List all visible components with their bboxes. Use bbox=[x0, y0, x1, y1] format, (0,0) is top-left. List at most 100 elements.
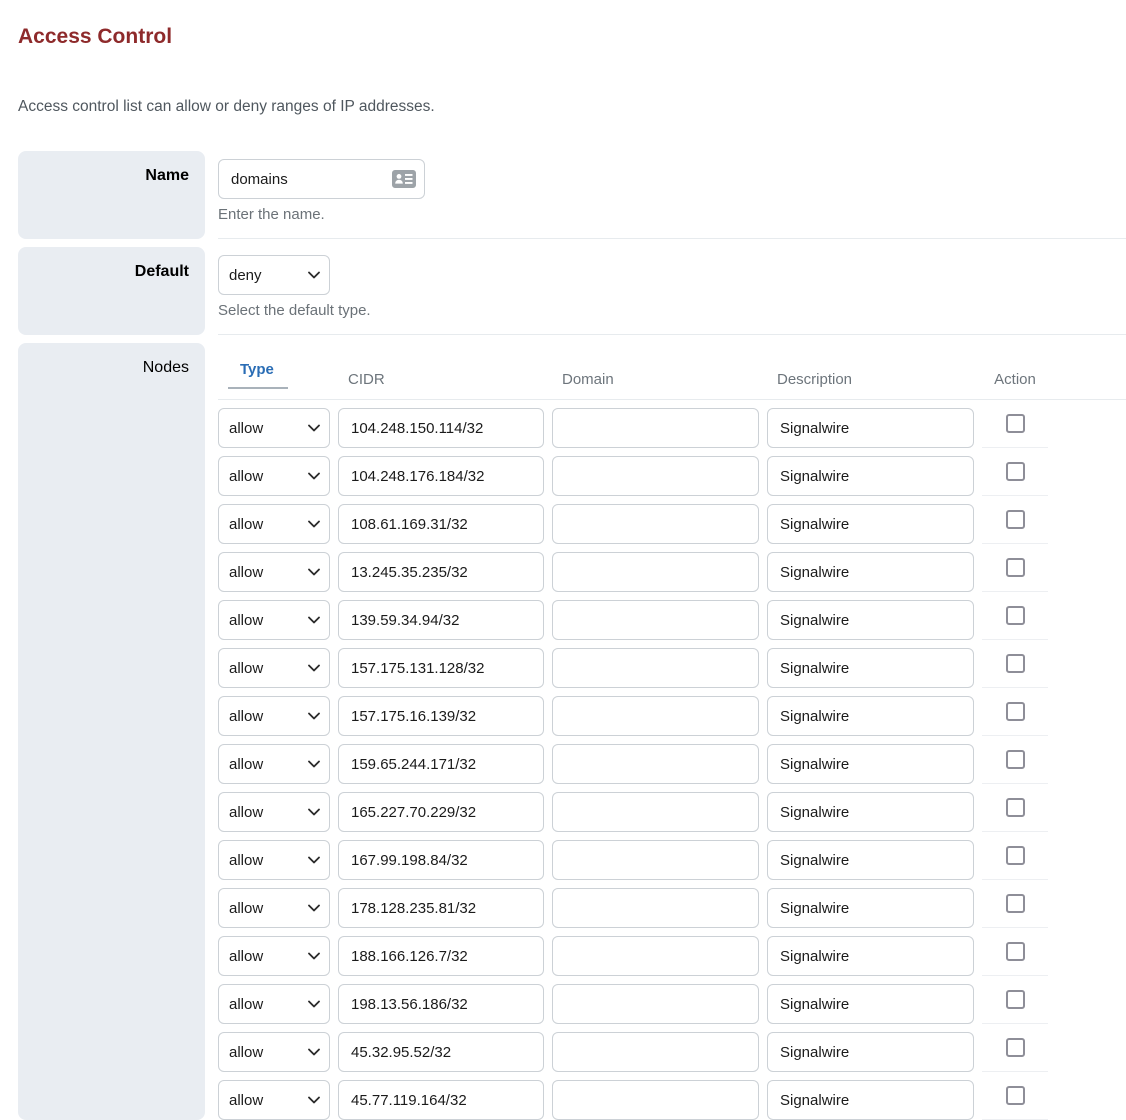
description-input[interactable] bbox=[767, 792, 974, 832]
cidr-input[interactable] bbox=[338, 840, 544, 880]
domain-input[interactable] bbox=[552, 600, 759, 640]
cidr-input[interactable] bbox=[338, 600, 544, 640]
action-cell bbox=[982, 976, 1048, 1024]
cidr-input[interactable] bbox=[338, 792, 544, 832]
cidr-input[interactable] bbox=[338, 984, 544, 1024]
access-control-page: Access Control Access control list can a… bbox=[0, 0, 1126, 1120]
type-select-wrap: allow bbox=[218, 504, 330, 544]
sort-type-header[interactable]: Type bbox=[228, 361, 288, 389]
type-select[interactable]: allow bbox=[218, 552, 330, 592]
row-checkbox[interactable] bbox=[1006, 1038, 1025, 1057]
domain-input[interactable] bbox=[552, 1032, 759, 1072]
row-checkbox[interactable] bbox=[1006, 654, 1025, 673]
type-select-wrap: allow bbox=[218, 600, 330, 640]
table-row: allow bbox=[218, 832, 1126, 880]
description-input[interactable] bbox=[767, 600, 974, 640]
row-checkbox[interactable] bbox=[1006, 510, 1025, 529]
domain-input[interactable] bbox=[552, 792, 759, 832]
cidr-input[interactable] bbox=[338, 408, 544, 448]
domain-input[interactable] bbox=[552, 936, 759, 976]
row-checkbox[interactable] bbox=[1006, 1086, 1025, 1105]
row-checkbox[interactable] bbox=[1006, 990, 1025, 1009]
type-select-wrap: allow bbox=[218, 552, 330, 592]
domain-input[interactable] bbox=[552, 744, 759, 784]
type-select-wrap: allow bbox=[218, 744, 330, 784]
description-input[interactable] bbox=[767, 936, 974, 976]
name-input-wrap bbox=[218, 159, 425, 199]
cidr-input[interactable] bbox=[338, 888, 544, 928]
table-row: allow bbox=[218, 880, 1126, 928]
column-header-cidr: CIDR bbox=[338, 371, 544, 399]
type-select[interactable]: allow bbox=[218, 936, 330, 976]
row-checkbox[interactable] bbox=[1006, 750, 1025, 769]
type-select[interactable]: allow bbox=[218, 1032, 330, 1072]
domain-input[interactable] bbox=[552, 456, 759, 496]
cidr-input[interactable] bbox=[338, 504, 544, 544]
description-input[interactable] bbox=[767, 504, 974, 544]
description-input[interactable] bbox=[767, 744, 974, 784]
cidr-input[interactable] bbox=[338, 1032, 544, 1072]
description-input[interactable] bbox=[767, 456, 974, 496]
name-field-content: Enter the name. bbox=[218, 151, 1126, 239]
type-select[interactable]: allow bbox=[218, 792, 330, 832]
type-select[interactable]: allow bbox=[218, 1080, 330, 1120]
row-checkbox[interactable] bbox=[1006, 414, 1025, 433]
name-label: Name bbox=[18, 151, 205, 239]
description-input[interactable] bbox=[767, 408, 974, 448]
domain-input[interactable] bbox=[552, 552, 759, 592]
row-checkbox[interactable] bbox=[1006, 846, 1025, 865]
row-checkbox[interactable] bbox=[1006, 942, 1025, 961]
row-checkbox[interactable] bbox=[1006, 894, 1025, 913]
type-select[interactable]: allow bbox=[218, 888, 330, 928]
description-input[interactable] bbox=[767, 1080, 974, 1120]
cidr-input[interactable] bbox=[338, 1080, 544, 1120]
domain-input[interactable] bbox=[552, 648, 759, 688]
description-input[interactable] bbox=[767, 696, 974, 736]
description-input[interactable] bbox=[767, 1032, 974, 1072]
description-input[interactable] bbox=[767, 888, 974, 928]
access-control-form: Name Enter the name. Default bbox=[18, 151, 1126, 1120]
domain-input[interactable] bbox=[552, 1080, 759, 1120]
default-label: Default bbox=[18, 247, 205, 335]
cidr-input[interactable] bbox=[338, 456, 544, 496]
type-select-wrap: allow bbox=[218, 888, 330, 928]
type-select[interactable]: allow bbox=[218, 984, 330, 1024]
type-select[interactable]: allow bbox=[218, 408, 330, 448]
description-input[interactable] bbox=[767, 984, 974, 1024]
cidr-input[interactable] bbox=[338, 696, 544, 736]
action-cell bbox=[982, 736, 1048, 784]
type-select[interactable]: allow bbox=[218, 648, 330, 688]
domain-input[interactable] bbox=[552, 840, 759, 880]
type-select[interactable]: allow bbox=[218, 456, 330, 496]
description-input[interactable] bbox=[767, 840, 974, 880]
row-checkbox[interactable] bbox=[1006, 798, 1025, 817]
domain-input[interactable] bbox=[552, 408, 759, 448]
domain-input[interactable] bbox=[552, 984, 759, 1024]
cidr-input[interactable] bbox=[338, 936, 544, 976]
row-checkbox[interactable] bbox=[1006, 606, 1025, 625]
type-select[interactable]: allow bbox=[218, 744, 330, 784]
domain-input[interactable] bbox=[552, 696, 759, 736]
type-select[interactable]: allow bbox=[218, 504, 330, 544]
nodes-label: Nodes bbox=[18, 343, 205, 1120]
cidr-input[interactable] bbox=[338, 648, 544, 688]
row-checkbox[interactable] bbox=[1006, 558, 1025, 577]
action-cell bbox=[982, 1024, 1048, 1072]
type-select[interactable]: allow bbox=[218, 696, 330, 736]
contact-card-icon[interactable] bbox=[392, 170, 416, 193]
type-select[interactable]: allow bbox=[218, 840, 330, 880]
cidr-input[interactable] bbox=[338, 552, 544, 592]
default-select[interactable]: deny bbox=[218, 255, 330, 295]
description-input[interactable] bbox=[767, 648, 974, 688]
domain-input[interactable] bbox=[552, 504, 759, 544]
action-cell bbox=[982, 496, 1048, 544]
type-select[interactable]: allow bbox=[218, 600, 330, 640]
table-row: allow bbox=[218, 784, 1126, 832]
domain-input[interactable] bbox=[552, 888, 759, 928]
name-help-text: Enter the name. bbox=[218, 206, 1126, 224]
cidr-input[interactable] bbox=[338, 744, 544, 784]
row-checkbox[interactable] bbox=[1006, 462, 1025, 481]
description-input[interactable] bbox=[767, 552, 974, 592]
table-row: allow bbox=[218, 496, 1126, 544]
row-checkbox[interactable] bbox=[1006, 702, 1025, 721]
